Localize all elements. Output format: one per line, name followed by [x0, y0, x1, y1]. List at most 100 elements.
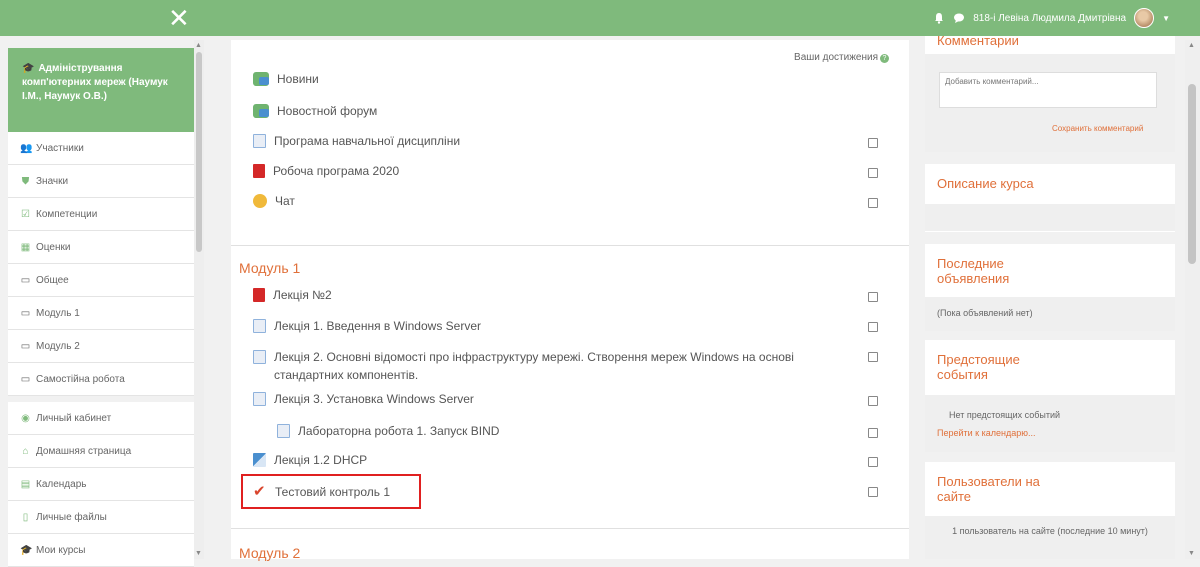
- completion-checkbox[interactable]: [868, 457, 878, 467]
- page-scroll-thumb[interactable]: [1188, 84, 1196, 264]
- sidebar-item-badges[interactable]: ⛊ Значки: [8, 165, 194, 198]
- completion-checkbox[interactable]: [868, 292, 878, 302]
- chat-bubble-icon: [253, 194, 267, 208]
- folder-icon: ▭: [20, 340, 31, 352]
- section-divider: [231, 245, 909, 246]
- sidebar-item-label: Участники: [36, 142, 84, 154]
- events-empty: Нет предстоящих событий: [949, 410, 1061, 420]
- completion-checkbox[interactable]: [868, 428, 878, 438]
- sidebar-item-dashboard[interactable]: ◉ Личный кабинет: [8, 402, 194, 435]
- course-description-block: Описание курса: [925, 164, 1175, 232]
- calendar-icon: ▤: [20, 478, 31, 490]
- sidebar-item-label: Самостійна робота: [36, 373, 125, 385]
- forum-icon: [253, 104, 269, 118]
- achievements-label: Ваши достижения: [794, 52, 878, 63]
- chevron-down-icon[interactable]: ▼: [1162, 14, 1170, 23]
- comments-title: Комментарии: [937, 33, 1019, 48]
- save-comment-link[interactable]: Сохранить комментарий: [1052, 124, 1143, 133]
- activity-news[interactable]: Новини: [253, 72, 319, 86]
- completion-checkbox[interactable]: [868, 487, 878, 497]
- activity-lecture2-infra[interactable]: Лекція 2. Основні відомості про інфрастр…: [253, 348, 853, 384]
- completion-checkbox[interactable]: [868, 138, 878, 148]
- avatar[interactable]: [1134, 8, 1155, 28]
- activity-lecture3[interactable]: Лекція 3. Установка Windows Server: [253, 392, 474, 406]
- achievements-link[interactable]: Ваши достижения?: [794, 52, 889, 63]
- completion-checkbox[interactable]: [868, 198, 878, 208]
- sidebar-item-label: Компетенции: [36, 208, 98, 220]
- completion-checkbox[interactable]: [868, 396, 878, 406]
- sidebar-item-grades[interactable]: ▦ Оценки: [8, 231, 194, 264]
- scroll-down-icon[interactable]: ▼: [195, 550, 202, 557]
- sidebar-item-label: Значки: [36, 175, 69, 187]
- activity-chat[interactable]: Чат: [253, 194, 295, 208]
- completion-checkbox[interactable]: [868, 352, 878, 362]
- sidebar-item-files[interactable]: ▯ Личные файлы: [8, 501, 194, 534]
- sidebar-item-home[interactable]: ⌂ Домашняя страница: [8, 435, 194, 468]
- sidebar-item-participants[interactable]: 👥 Участники: [8, 132, 194, 165]
- activity-label: Лабораторна робота 1. Запуск BIND: [298, 424, 500, 438]
- sidebar-item-label: Календарь: [36, 478, 87, 490]
- online-users-title: Пользователи на сайте: [937, 474, 1040, 504]
- sidebar-course-link[interactable]: 🎓 Адміністрування комп'ютерних мереж (Нау…: [8, 48, 194, 132]
- highlight-box: [241, 474, 421, 509]
- calendar-link[interactable]: Перейти к календарю...: [937, 424, 1163, 442]
- folder-icon: ▭: [20, 274, 31, 286]
- sidebar-item-general[interactable]: ▭ Общее: [8, 264, 194, 297]
- sidebar-item-selfwork[interactable]: ▭ Самостійна робота: [8, 363, 194, 396]
- scroll-down-icon[interactable]: ▼: [1188, 550, 1195, 557]
- activity-label: Лекція №2: [273, 288, 332, 302]
- activity-label: Лекція 2. Основні відомості про інфрастр…: [274, 350, 794, 382]
- close-drawer-icon[interactable]: ✕: [168, 3, 190, 33]
- page-scrollbar[interactable]: ▲ ▼: [1185, 40, 1200, 559]
- help-icon[interactable]: ?: [880, 54, 889, 63]
- bell-icon[interactable]: [933, 12, 945, 24]
- sidebar-item-label: Общее: [36, 274, 69, 286]
- activity-label: Лекція 3. Установка Windows Server: [274, 392, 474, 406]
- sidebar-scrollbar[interactable]: ▲ ▼: [194, 40, 204, 559]
- sidebar-item-mycourses[interactable]: 🎓 Мои курсы: [8, 534, 194, 567]
- activity-lecture2[interactable]: Лекція №2: [253, 288, 332, 302]
- scroll-up-icon[interactable]: ▲: [1188, 42, 1195, 49]
- file-icon: [253, 453, 266, 467]
- sidebar-item-label: Модуль 1: [36, 307, 80, 319]
- section-title-module1[interactable]: Модуль 1: [239, 260, 300, 276]
- sidebar-scroll-thumb[interactable]: [196, 52, 202, 252]
- activity-lab1[interactable]: Лабораторна робота 1. Запуск BIND: [277, 424, 499, 438]
- page-icon: [253, 319, 266, 333]
- chat-icon[interactable]: [953, 12, 965, 24]
- scroll-up-icon[interactable]: ▲: [195, 42, 202, 49]
- activity-work-program[interactable]: Робоча програма 2020: [253, 164, 399, 178]
- activity-news-forum[interactable]: Новостной форум: [253, 104, 377, 118]
- home-icon: ⌂: [22, 445, 29, 457]
- activity-label: Програма навчальної дисципліни: [274, 134, 461, 148]
- upcoming-events-block: Предстоящие события Нет предстоящих собы…: [925, 340, 1175, 452]
- activity-dhcp[interactable]: Лекція 1.2 DHCP: [253, 453, 367, 467]
- sidebar-item-label: Оценки: [36, 241, 71, 253]
- announcements-title: Последние объявления: [937, 256, 1010, 286]
- sidebar-item-module1[interactable]: ▭ Модуль 1: [8, 297, 194, 330]
- user-name[interactable]: 818-і Левіна Людмила Дмитрівна: [973, 13, 1126, 24]
- folder-icon: ▭: [20, 373, 31, 385]
- dashboard-icon: ◉: [21, 412, 30, 424]
- sidebar-item-competencies[interactable]: ☑ Компетенции: [8, 198, 194, 231]
- online-users-block: Пользователи на сайте 1 пользователь на …: [925, 462, 1175, 559]
- page-icon: [253, 392, 266, 406]
- sidebar-item-module2[interactable]: ▭ Модуль 2: [8, 330, 194, 363]
- sidebar-item-label: Мои курсы: [36, 544, 86, 556]
- pdf-icon: [253, 288, 265, 302]
- completion-checkbox[interactable]: [868, 322, 878, 332]
- online-users-text: 1 пользователь на сайте (последние 10 ми…: [925, 516, 1175, 559]
- announcements-block: Последние объявления (Пока объявлений не…: [925, 244, 1175, 331]
- sidebar-item-calendar[interactable]: ▤ Календарь: [8, 468, 194, 501]
- pdf-icon: [253, 164, 265, 178]
- course-description-title: Описание курса: [937, 176, 1034, 191]
- activity-lecture1[interactable]: Лекція 1. Введення в Windows Server: [253, 319, 481, 333]
- user-menu-area: 818-і Левіна Людмила Дмитрівна ▼: [933, 8, 1170, 28]
- comment-textarea[interactable]: Добавить комментарий...: [939, 72, 1157, 108]
- page-icon: [253, 350, 266, 364]
- events-title: Предстоящие события: [937, 352, 1020, 382]
- activity-label: Робоча програма 2020: [273, 164, 400, 178]
- section-divider: [231, 528, 909, 529]
- completion-checkbox[interactable]: [868, 168, 878, 178]
- activity-program[interactable]: Програма навчальної дисципліни: [253, 134, 460, 148]
